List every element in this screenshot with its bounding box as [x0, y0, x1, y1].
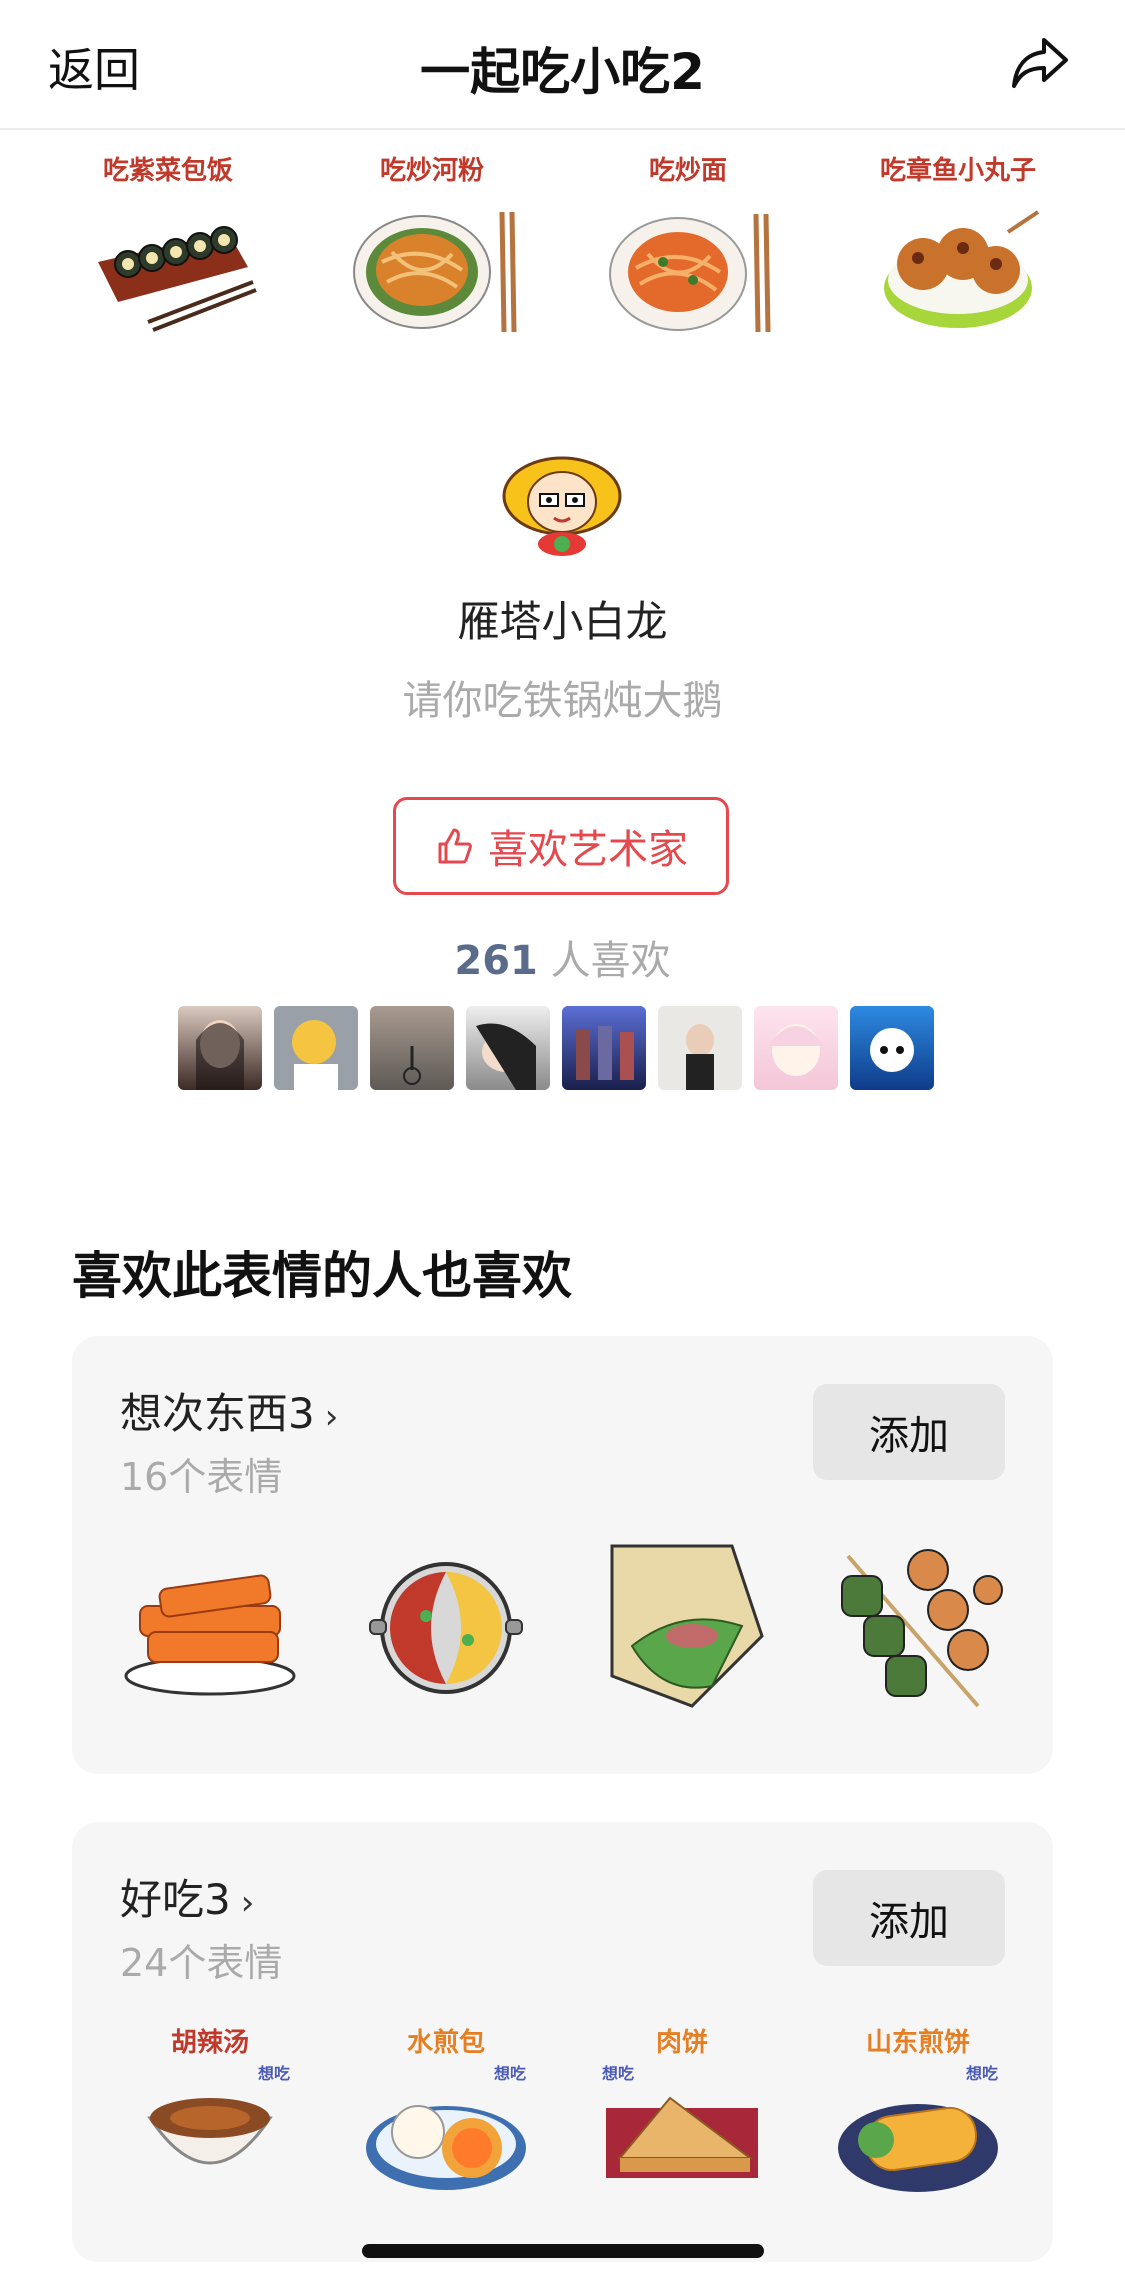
pack-name-row[interactable]: 想次东西3 ›	[120, 1380, 338, 1441]
sticker-caption: 水煎包	[406, 2028, 485, 2058]
like-count-suffix: 人喜欢	[537, 938, 671, 984]
nav-bar: 返回 一起吃小吃2	[0, 0, 1125, 130]
pan-fried-bun-sticker[interactable]: 水煎包 想吃	[356, 2022, 536, 2202]
shandong-pancake-sticker[interactable]: 山东煎饼 想吃	[828, 2022, 1008, 2202]
kimbap-icon	[98, 226, 257, 332]
pack-count: 24个表情	[120, 1941, 283, 1985]
pack-preview	[120, 1536, 1008, 1726]
food-item-fried-noodles: 吃炒面	[588, 150, 788, 350]
food-item-fried-rice-noodles: 吃炒河粉	[332, 150, 532, 350]
sticker-pack-card[interactable]: 想次东西3 › 16个表情 添加	[72, 1336, 1053, 1774]
header-food-strip: 吃紫菜包饭 吃炒河粉 吃炒面 吃章鱼小丸子	[0, 150, 1125, 350]
fried-rice-noodles-icon	[353, 211, 517, 333]
pack-name-row[interactable]: 好吃3 ›	[120, 1866, 254, 1927]
like-count: 261 人喜欢	[0, 928, 1125, 986]
sticker-caption: 山东煎饼	[865, 2028, 970, 2058]
liker-avatars	[178, 1006, 934, 1090]
pack-count: 16个表情	[120, 1455, 283, 1499]
meat-pie-sticker[interactable]: 肉饼 想吃	[592, 2022, 772, 2202]
home-indicator[interactable]	[362, 2244, 764, 2258]
chevron-right-icon: ›	[324, 1397, 339, 1437]
food-caption: 吃紫菜包饭	[102, 156, 233, 186]
food-item-takoyaki: 吃章鱼小丸子	[858, 150, 1058, 350]
sticker-caption: 胡辣汤	[170, 2028, 249, 2058]
liker-avatar-5[interactable]	[562, 1006, 646, 1090]
sticker-pack-card[interactable]: 好吃3 › 24个表情 添加 胡辣汤 想吃 水煎包 想吃 肉饼 想吃 山东煎饼 …	[72, 1822, 1053, 2262]
sticker-caption: 肉饼	[655, 2028, 708, 2058]
artist-avatar-icon[interactable]	[500, 452, 624, 556]
pancake-plate-icon	[838, 2104, 998, 2192]
like-count-number: 261	[454, 938, 538, 984]
add-pack-button[interactable]: 添加	[813, 1870, 1005, 1966]
thumbs-up-icon	[438, 828, 472, 864]
share-arrow-icon[interactable]	[1008, 30, 1072, 94]
liker-avatar-4[interactable]	[466, 1006, 550, 1090]
meat-pie-icon	[606, 2096, 758, 2178]
pack-preview: 胡辣汤 想吃 水煎包 想吃 肉饼 想吃 山东煎饼 想吃	[120, 2022, 1008, 2212]
liker-avatar-7[interactable]	[754, 1006, 838, 1090]
food-caption: 吃炒面	[648, 156, 727, 186]
liker-avatar-3[interactable]	[370, 1006, 454, 1090]
liker-avatar-8[interactable]	[850, 1006, 934, 1090]
food-caption: 吃章鱼小丸子	[879, 156, 1036, 186]
fried-snack-sticker[interactable]	[120, 1536, 300, 1716]
pack-name: 想次东西3	[120, 1389, 315, 1438]
food-item-kimbap: 吃紫菜包饭	[68, 150, 268, 350]
artist-name[interactable]: 雁塔小白龙	[0, 588, 1125, 649]
hot-pepper-soup-sticker[interactable]: 胡辣汤 想吃	[120, 2022, 300, 2202]
bun-plate-icon	[366, 2105, 526, 2190]
soup-bowl-icon	[147, 2098, 273, 2165]
hotpot-sticker[interactable]	[356, 1536, 536, 1716]
like-artist-button[interactable]: 喜欢艺术家	[393, 797, 729, 895]
liker-avatar-1[interactable]	[178, 1006, 262, 1090]
takoyaki-icon	[884, 210, 1040, 328]
food-caption: 吃炒河粉	[379, 156, 484, 186]
fried-noodles-icon	[609, 213, 771, 333]
artist-signature: 请你吃铁锅炖大鹅	[402, 678, 723, 724]
skewers-sticker[interactable]	[828, 1536, 1008, 1716]
page-title: 一起吃小吃2	[420, 43, 705, 101]
add-pack-button[interactable]: 添加	[813, 1384, 1005, 1480]
wrap-sticker[interactable]	[592, 1536, 772, 1716]
pack-name: 好吃3	[120, 1875, 231, 1924]
like-button-label: 喜欢艺术家	[488, 827, 688, 873]
liker-avatar-6[interactable]	[658, 1006, 742, 1090]
liker-avatar-2[interactable]	[274, 1006, 358, 1090]
chevron-right-icon: ›	[240, 1883, 255, 1923]
section-title: 喜欢此表情的人也喜欢	[72, 1247, 572, 1305]
